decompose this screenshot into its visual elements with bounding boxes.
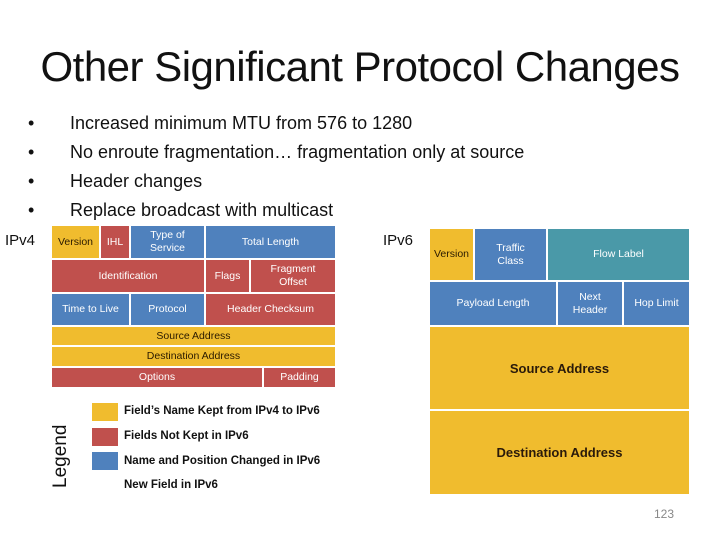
ipv6-field-source-address: Source Address: [430, 327, 689, 409]
ipv4-field-destination-address: Destination Address: [52, 347, 335, 366]
bullet-text: Increased minimum MTU from 576 to 1280: [70, 113, 413, 133]
ipv6-field-hop-limit: Hop Limit: [624, 282, 689, 325]
ipv6-field-payload-length: Payload Length: [430, 282, 556, 325]
ipv4-field-options: Options: [52, 368, 262, 387]
bullet-text: Replace broadcast with multicast: [70, 200, 334, 220]
ipv4-field-identification: Identification: [52, 260, 204, 292]
ipv4-field-ihl: IHL: [101, 226, 129, 258]
bullet-item: • Header changes: [28, 167, 524, 196]
bullet-icon: •: [28, 142, 35, 162]
bullet-list: • Increased minimum MTU from 576 to 1280 …: [28, 109, 524, 225]
ipv6-field-flow-label: Flow Label: [548, 229, 689, 280]
ipv4-field-fragment-offset: Fragment Offset: [251, 260, 335, 292]
ipv4-field-version: Version: [52, 226, 99, 258]
ipv4-field-total-length: Total Length: [206, 226, 335, 258]
bullet-icon: •: [28, 113, 35, 133]
ipv4-label: IPv4: [5, 232, 36, 249]
slide-title: Other Significant Protocol Changes: [40, 43, 680, 90]
ipv4-field-flags: Flags: [206, 260, 249, 292]
ipv6-field-destination-address: Destination Address: [430, 411, 689, 494]
ipv4-field-source-address: Source Address: [52, 327, 335, 345]
legend-swatch-changed: [92, 452, 118, 470]
bullet-text: Header changes: [70, 171, 203, 191]
ipv6-field-version: Version: [430, 229, 473, 280]
bullet-item: • Increased minimum MTU from 576 to 1280: [28, 109, 524, 138]
legend-item-not-kept: Fields Not Kept in IPv6: [124, 430, 249, 442]
legend-title: Legend: [50, 424, 71, 488]
bullet-item: • No enroute fragmentation… fragmentation…: [28, 138, 524, 167]
ipv6-field-next-header: Next Header: [558, 282, 622, 325]
legend-swatch-not-kept: [92, 428, 118, 446]
bullet-icon: •: [28, 200, 35, 220]
legend-item-new: New Field in IPv6: [124, 479, 218, 491]
ipv6-label: IPv6: [383, 232, 414, 249]
ipv4-field-type-of-service: Type of Service: [131, 226, 204, 258]
ipv4-field-header-checksum: Header Checksum: [206, 294, 335, 325]
bullet-text: No enroute fragmentation… fragmentation …: [70, 142, 525, 162]
ipv6-field-traffic-class: Traffic Class: [475, 229, 546, 280]
legend-swatch-kept: [92, 403, 118, 421]
bullet-item: • Replace broadcast with multicast: [28, 196, 524, 225]
legend-item-kept: Field’s Name Kept from IPv4 to IPv6: [124, 405, 320, 417]
ipv4-field-protocol: Protocol: [131, 294, 204, 325]
bullet-icon: •: [28, 171, 35, 191]
ipv4-field-padding: Padding: [264, 368, 335, 387]
page-number: 123: [654, 507, 675, 521]
legend-item-changed: Name and Position Changed in IPv6: [124, 455, 321, 467]
ipv4-field-time-to-live: Time to Live: [52, 294, 129, 325]
